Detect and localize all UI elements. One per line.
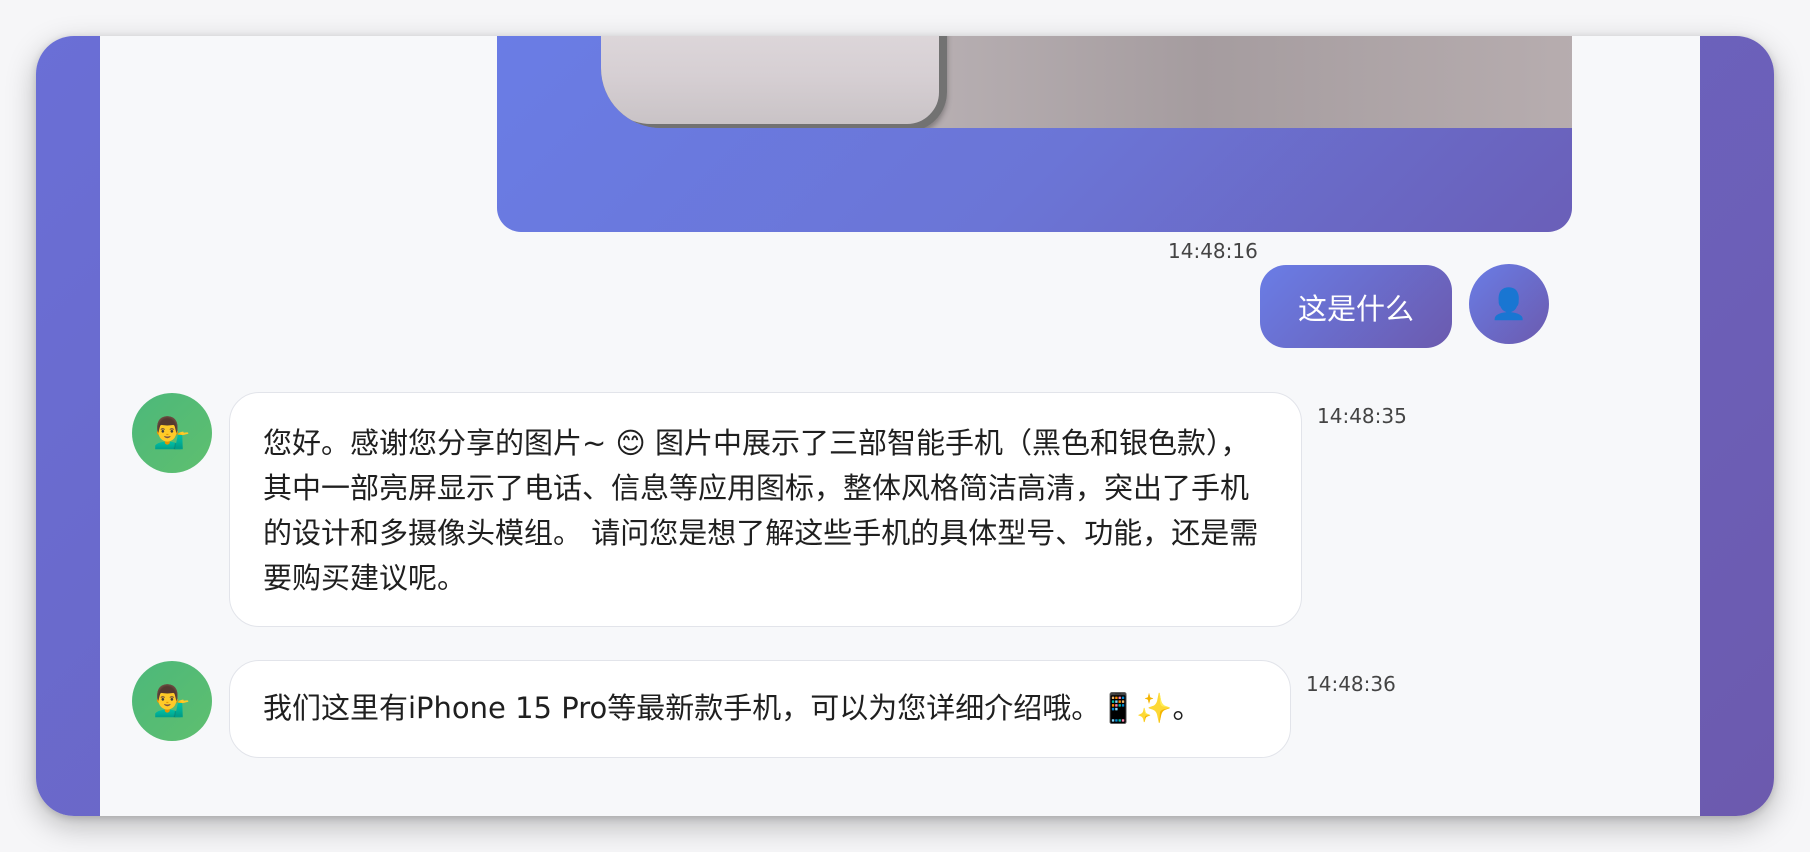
assistant-message-bubble[interactable]: 您好。感谢您分享的图片~ 😊 图片中展示了三部智能手机（黑色和银色款），其中一部… <box>229 392 1302 627</box>
phone-edge-graphic <box>601 36 947 128</box>
message-timestamp: 14:48:16 <box>1168 239 1258 263</box>
user-message-text: 这是什么 <box>1297 291 1414 326</box>
user-message-bubble[interactable]: 这是什么 <box>1260 265 1452 348</box>
shared-phone-image[interactable] <box>601 36 1572 128</box>
chat-message-list[interactable]: 14:48:16 这是什么 👤 💁‍♂️ 您好。感谢您分享的图片~ 😊 图片中展… <box>100 36 1700 816</box>
user-avatar[interactable]: 👤 <box>1469 264 1549 344</box>
assistant-avatar[interactable]: 💁‍♂️ <box>132 393 212 473</box>
message-timestamp: 14:48:36 <box>1306 672 1396 696</box>
app-window: 14:48:16 这是什么 👤 💁‍♂️ 您好。感谢您分享的图片~ 😊 图片中展… <box>36 36 1774 816</box>
message-timestamp: 14:48:35 <box>1317 404 1407 428</box>
image-message-bubble[interactable] <box>497 36 1572 232</box>
assistant-message-text: 我们这里有iPhone 15 Pro等最新款手机，可以为您详细介绍哦。📱✨。 <box>263 691 1202 725</box>
assistant-message-text: 您好。感谢您分享的图片~ 😊 图片中展示了三部智能手机（黑色和银色款），其中一部… <box>263 426 1259 595</box>
assistant-icon: 💁‍♂️ <box>153 683 191 719</box>
assistant-icon: 💁‍♂️ <box>153 415 191 451</box>
user-icon: 👤 <box>1490 286 1528 322</box>
assistant-avatar[interactable]: 💁‍♂️ <box>132 661 212 741</box>
assistant-message-bubble[interactable]: 我们这里有iPhone 15 Pro等最新款手机，可以为您详细介绍哦。📱✨。 <box>229 660 1291 758</box>
